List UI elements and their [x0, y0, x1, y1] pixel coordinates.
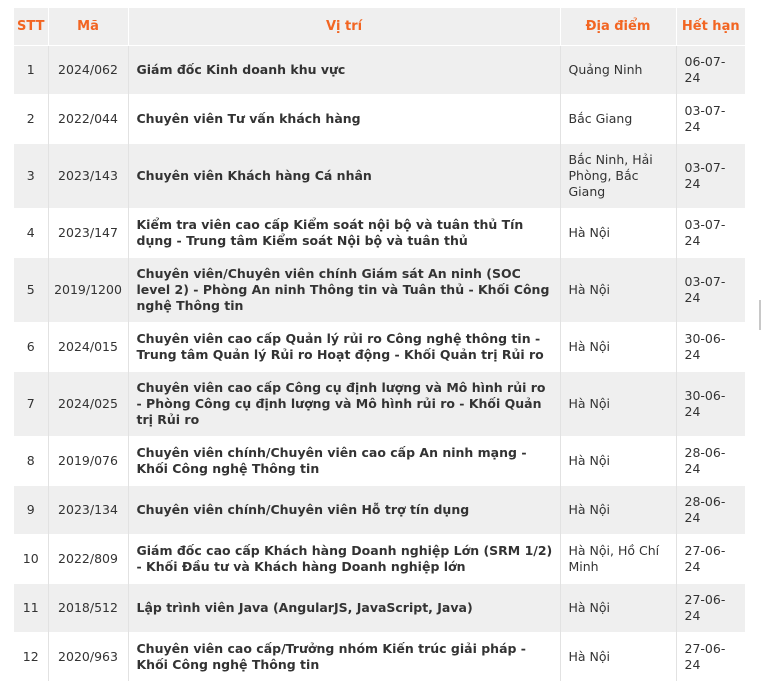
row-job-title-link[interactable]: Chuyên viên chính/Chuyên viên cao cấp An… — [128, 436, 561, 485]
table-row[interactable]: 8 2019/076 Chuyên viên chính/Chuyên viên… — [14, 436, 745, 485]
row-expiry-date: 27-06-24 — [684, 542, 726, 574]
row-job-code: 2023/143 — [48, 143, 129, 208]
row-location: Hà Nội — [560, 257, 677, 322]
table-row[interactable]: 11 2018/512 Lập trình viên Java (Angular… — [14, 583, 745, 632]
row-stt: 1 — [14, 45, 49, 94]
row-job-code: 2024/062 — [48, 45, 129, 94]
row-location: Hà Nội — [560, 485, 677, 534]
table-row[interactable]: 2 2022/044 Chuyên viên Tư vấn khách hàng… — [14, 94, 745, 143]
row-location: Hà Nội — [560, 436, 677, 485]
row-expiry-date: 30-06-24 — [684, 387, 726, 419]
row-expiry-date: 28-06-24 — [684, 493, 726, 525]
table-row[interactable]: 12 2020/963 Chuyên viên cao cấp/Trưởng n… — [14, 632, 745, 681]
row-stt: 7 — [14, 371, 49, 436]
row-job-title-link[interactable]: Kiểm tra viên cao cấp Kiểm soát nội bộ v… — [128, 208, 561, 257]
row-location: Bắc Giang — [560, 94, 677, 143]
row-expiry-date: 30-06-24 — [684, 330, 726, 362]
row-job-title-link[interactable]: Chuyên viên cao cấp/Trưởng nhóm Kiến trú… — [128, 632, 561, 681]
row-job-code: 2019/1200 — [48, 257, 129, 322]
table-row[interactable]: 5 2019/1200 Chuyên viên/Chuyên viên chín… — [14, 257, 745, 322]
row-job-code: 2022/809 — [48, 534, 129, 583]
row-expiry-date: 28-06-24 — [684, 444, 726, 476]
row-location: Quảng Ninh — [560, 45, 677, 94]
row-job-title-link[interactable]: Chuyên viên Tư vấn khách hàng — [128, 94, 561, 143]
row-location: Hà Nội — [560, 371, 677, 436]
row-job-title-link[interactable]: Chuyên viên Khách hàng Cá nhân — [128, 143, 561, 208]
row-job-code: 2023/134 — [48, 485, 129, 534]
header-vi-tri: Vị trí — [128, 8, 561, 45]
row-stt: 4 — [14, 208, 49, 257]
row-stt: 10 — [14, 534, 49, 583]
row-job-title-link[interactable]: Lập trình viên Java (AngularJS, JavaScri… — [128, 583, 561, 632]
header-row: STT Mã Vị trí Địa điểm Hết hạn — [14, 8, 745, 45]
row-job-title-link[interactable]: Chuyên viên cao cấp Công cụ định lượng v… — [128, 371, 561, 436]
row-location: Hà Nội — [560, 583, 677, 632]
row-job-code: 2019/076 — [48, 436, 129, 485]
row-job-title-link[interactable]: Giám đốc Kinh doanh khu vực — [128, 45, 561, 94]
table-header: STT Mã Vị trí Địa điểm Hết hạn — [14, 8, 745, 45]
row-expiry-date: 03-07-24 — [684, 102, 726, 134]
row-stt: 9 — [14, 485, 49, 534]
row-location: Hà Nội — [560, 632, 677, 681]
row-job-code: 2022/044 — [48, 94, 129, 143]
table-row[interactable]: 1 2024/062 Giám đốc Kinh doanh khu vực Q… — [14, 45, 745, 94]
row-location: Hà Nội — [560, 322, 677, 371]
header-stt: STT — [14, 8, 49, 45]
row-job-code: 2023/147 — [48, 208, 129, 257]
row-location: Bắc Ninh, Hải Phòng, Bắc Giang — [560, 143, 677, 208]
table-body: 1 2024/062 Giám đốc Kinh doanh khu vực Q… — [14, 45, 745, 681]
table-row[interactable]: 9 2023/134 Chuyên viên chính/Chuyên viên… — [14, 485, 745, 534]
row-stt: 11 — [14, 583, 49, 632]
row-location: Hà Nội, Hồ Chí Minh — [560, 534, 677, 583]
row-job-code: 2024/015 — [48, 322, 129, 371]
row-stt: 5 — [14, 257, 49, 322]
row-stt: 6 — [14, 322, 49, 371]
row-location: Hà Nội — [560, 208, 677, 257]
row-stt: 3 — [14, 143, 49, 208]
table-row[interactable]: 7 2024/025 Chuyên viên cao cấp Công cụ đ… — [14, 371, 745, 436]
row-expiry-date: 03-07-24 — [684, 273, 726, 305]
job-listing-table: STT Mã Vị trí Địa điểm Hết hạn 1 2024/06… — [14, 8, 745, 681]
header-dia-diem: Địa điểm — [560, 8, 677, 45]
table-row[interactable]: 4 2023/147 Kiểm tra viên cao cấp Kiểm so… — [14, 208, 745, 257]
row-expiry-date: 03-07-24 — [684, 216, 726, 248]
job-listing-table-container: STT Mã Vị trí Địa điểm Hết hạn 1 2024/06… — [14, 8, 745, 681]
table-row[interactable]: 3 2023/143 Chuyên viên Khách hàng Cá nhâ… — [14, 143, 745, 208]
row-expiry-date: 03-07-24 — [684, 159, 726, 191]
header-het-han: Hết hạn — [681, 18, 740, 34]
row-expiry-date: 27-06-24 — [684, 640, 726, 672]
row-stt: 8 — [14, 436, 49, 485]
header-ma: Mã — [48, 8, 129, 45]
row-job-title-link[interactable]: Chuyên viên chính/Chuyên viên Hỗ trợ tín… — [128, 485, 561, 534]
table-row[interactable]: 6 2024/015 Chuyên viên cao cấp Quản lý r… — [14, 322, 745, 371]
row-job-code: 2020/963 — [48, 632, 129, 681]
row-job-title-link[interactable]: Chuyên viên/Chuyên viên chính Giám sát A… — [128, 257, 561, 322]
row-job-title-link[interactable]: Giám đốc cao cấp Khách hàng Doanh nghiệp… — [128, 534, 561, 583]
row-expiry-date: 27-06-24 — [684, 591, 726, 623]
row-expiry-date: 06-07-24 — [684, 53, 726, 85]
row-job-code: 2018/512 — [48, 583, 129, 632]
row-stt: 12 — [14, 632, 49, 681]
row-stt: 2 — [14, 94, 49, 143]
row-job-code: 2024/025 — [48, 371, 129, 436]
row-job-title-link[interactable]: Chuyên viên cao cấp Quản lý rủi ro Công … — [128, 322, 561, 371]
table-row[interactable]: 10 2022/809 Giám đốc cao cấp Khách hàng … — [14, 534, 745, 583]
